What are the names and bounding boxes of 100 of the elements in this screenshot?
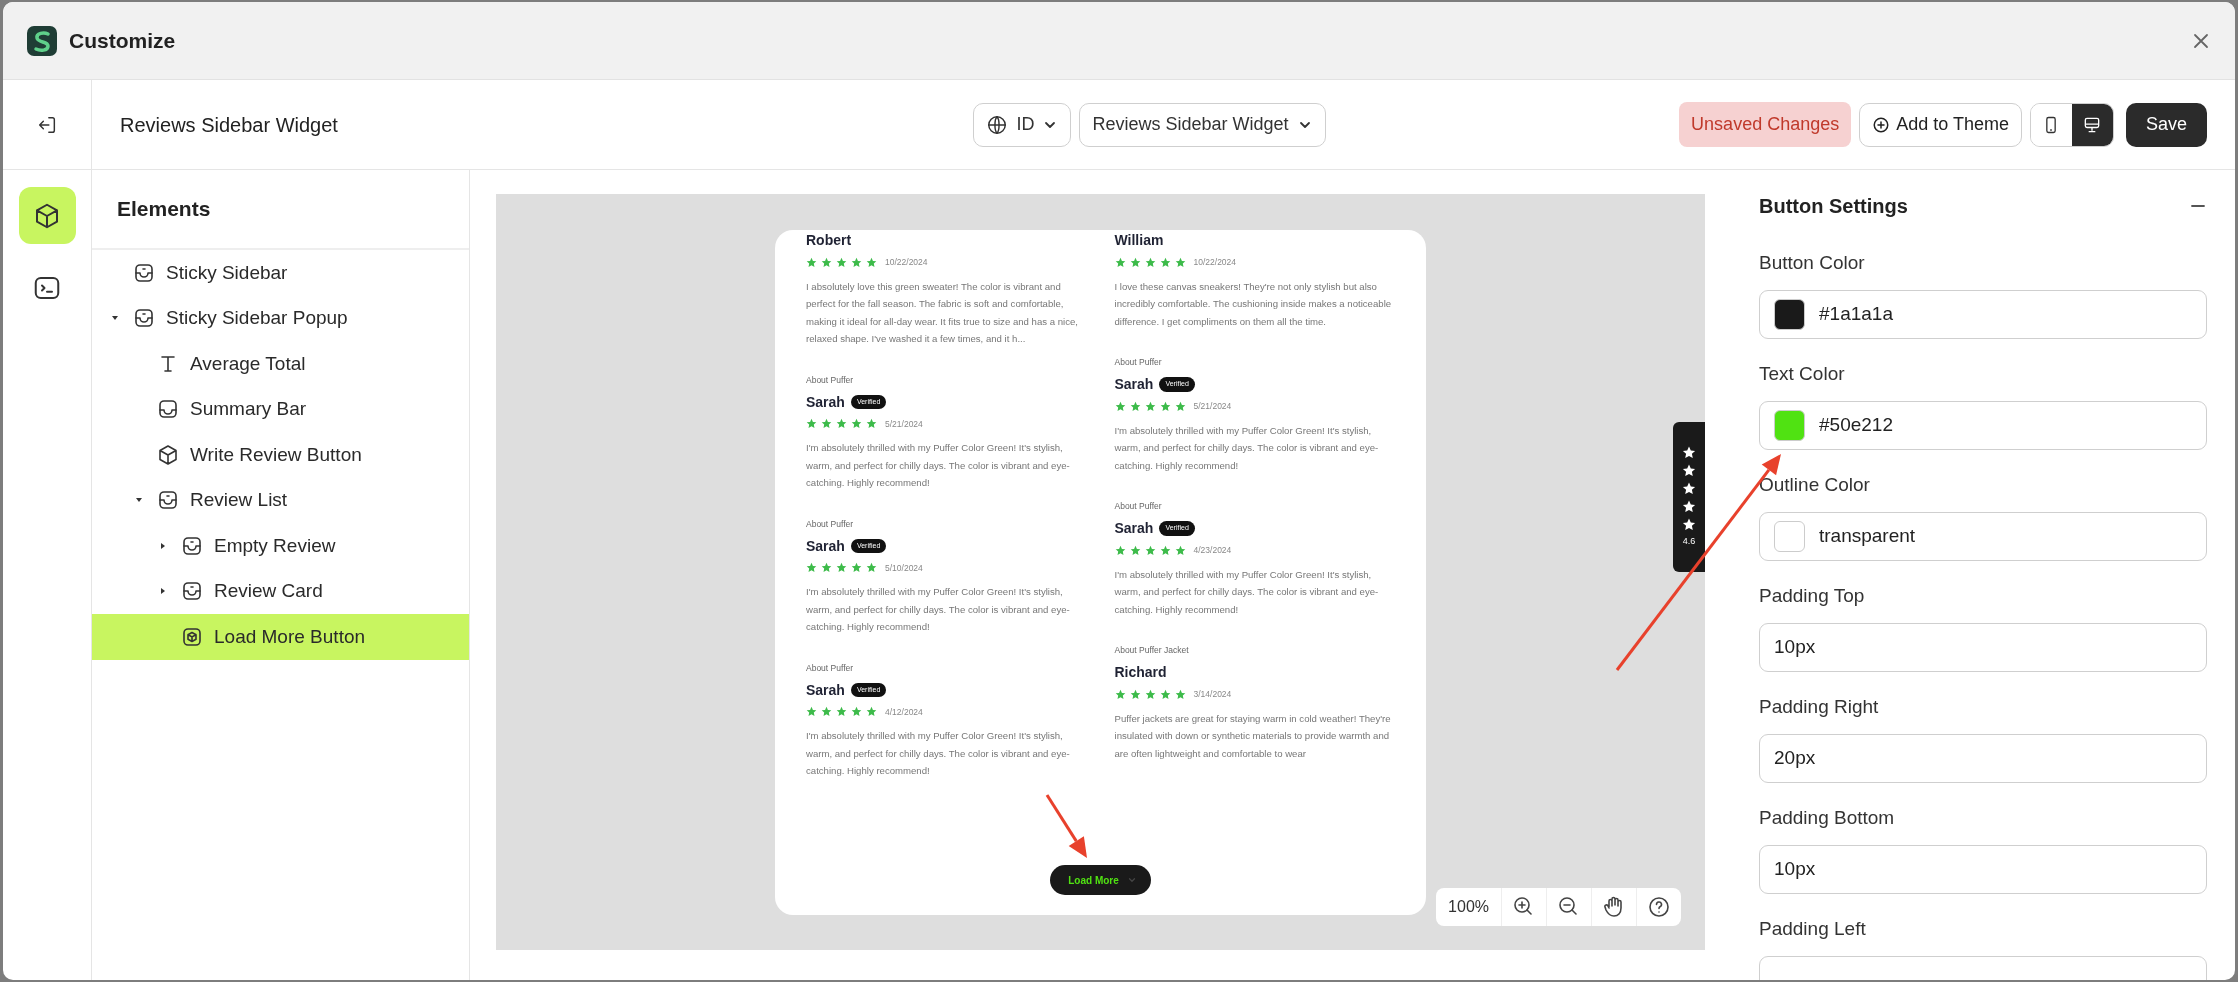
- star-icon: [806, 562, 817, 574]
- review-text: I'm absolutely thrilled with my Puffer Color Green! It's stylish, warm, and perfect for chilly days. The color is vibrant and eye-catching. Highly recommend!: [806, 441, 1071, 491]
- load-more-button[interactable]: Load More: [1050, 865, 1151, 895]
- review-date: 4/12/2024: [885, 705, 923, 719]
- field-label: Padding Right: [1759, 695, 1880, 719]
- color-swatch[interactable]: [1774, 410, 1805, 441]
- star-icon: [1129, 256, 1141, 268]
- star-icon: [851, 256, 862, 268]
- reviewer-name: Sarah: [806, 392, 845, 412]
- about-label: About: [806, 374, 829, 385]
- color-swatch[interactable]: [1774, 521, 1805, 552]
- color-swatch[interactable]: [1774, 299, 1805, 330]
- star-icon: [1159, 256, 1171, 268]
- tree-item[interactable]: Review List: [92, 477, 469, 523]
- star-icon: [851, 418, 862, 430]
- review-date: 3/14/2024: [1193, 688, 1232, 701]
- status-badge: Unsaved Changes: [1679, 102, 1852, 147]
- tree-item[interactable]: Write Review Button: [92, 432, 469, 478]
- review-text: I'm absolutely thrilled with my Puffer Color Green! It's stylish, warm, and perfect for chilly days. The color is vibrant and eye-catching. Highly recommend!: [1114, 567, 1380, 617]
- input-field[interactable]: 10px: [1759, 623, 2207, 672]
- product-link[interactable]: Puffer: [1139, 501, 1162, 512]
- review-date: 5/21/2024: [885, 417, 923, 431]
- field-label: Button Color: [1759, 251, 1866, 275]
- color-field[interactable]: #1a1a1a: [1759, 290, 2207, 339]
- reviewer-name: Sarah: [806, 680, 845, 700]
- star-icon: [1174, 688, 1186, 700]
- star-icon: [1129, 544, 1141, 556]
- tree-item[interactable]: Average Total: [92, 341, 469, 387]
- reviewer-name: Sarah: [806, 536, 845, 556]
- review-date: 4/23/2024: [1193, 544, 1232, 557]
- product-link[interactable]: Puffer: [1139, 357, 1162, 368]
- star-icon: [851, 562, 862, 574]
- elements-tab[interactable]: [18, 187, 76, 244]
- reviewer-name: William: [1114, 231, 1164, 250]
- desktop-view-button[interactable]: [2071, 103, 2113, 146]
- color-field[interactable]: #50e212: [1759, 401, 2207, 450]
- about-label: About: [1114, 501, 1137, 512]
- input-field[interactable]: 20px: [1759, 734, 2207, 783]
- rating-value: 4.6: [1682, 534, 1696, 548]
- tree-item[interactable]: Sticky Sidebar Popup: [92, 295, 469, 341]
- logo-icon: [27, 25, 57, 56]
- star-icon: [806, 418, 817, 430]
- zoom-level: 100%: [1447, 897, 1490, 917]
- panel-title: Elements: [92, 170, 469, 250]
- about-label: About: [806, 662, 829, 673]
- rating-tab[interactable]: 4.6: [1673, 422, 1705, 572]
- star-icon: [836, 256, 847, 268]
- reviewer-name: Richard: [1114, 663, 1167, 682]
- star-icon: [1159, 400, 1171, 412]
- star-icon: [1129, 400, 1141, 412]
- star-icon: [1114, 688, 1126, 700]
- about-label: About: [806, 518, 829, 529]
- add-to-theme-button[interactable]: Add to Theme: [1859, 102, 2022, 147]
- product-link[interactable]: Puffer: [830, 518, 854, 529]
- reviewer-name: Sarah: [1114, 375, 1154, 394]
- annotation-arrow: [1045, 794, 1087, 858]
- product-link[interactable]: Puffer: [830, 662, 854, 673]
- field-label: Padding Top: [1759, 584, 1866, 608]
- star-icon: [836, 706, 847, 718]
- star-icon: [1144, 688, 1156, 700]
- product-link[interactable]: Puffer Jacket: [1139, 645, 1189, 656]
- field-label: Padding Bottom: [1759, 806, 1896, 830]
- input-field[interactable]: 10px: [1759, 845, 2207, 894]
- tree-item[interactable]: Sticky Sidebar: [92, 250, 469, 296]
- help-icon[interactable]: [1647, 895, 1671, 919]
- star-icon: [821, 256, 832, 268]
- tree-item[interactable]: Summary Bar: [92, 386, 469, 432]
- star-icon: [1129, 688, 1141, 700]
- save-button[interactable]: Save: [2125, 102, 2207, 147]
- tree-item[interactable]: Review Card: [92, 568, 469, 614]
- star-icon: [866, 706, 877, 718]
- star-icon: [1114, 256, 1126, 268]
- review-date: 5/21/2024: [1193, 400, 1232, 413]
- template-dropdown[interactable]: Reviews Sidebar Widget: [1079, 102, 1326, 147]
- product-link[interactable]: Puffer: [830, 374, 854, 385]
- review-text: I absolutely love this green sweater! The color is vibrant and perfect for the fall season. The fabric is soft and comfortable, making it ideal for all-day wear. It fits true to size and has a nice, relaxed shape. I've washed it a few times, and it h...: [806, 279, 1079, 347]
- star-icon: [866, 418, 877, 430]
- star-icon: [1144, 256, 1156, 268]
- tree-item[interactable]: Load More Button: [92, 614, 469, 660]
- star-icon: [1144, 400, 1156, 412]
- tree-item[interactable]: Empty Review: [92, 523, 469, 569]
- reviewer-name: Sarah: [1114, 519, 1154, 538]
- review-date: 10/22/2024: [1193, 256, 1237, 269]
- star-icon: [851, 706, 862, 718]
- star-icon: [1144, 544, 1156, 556]
- plus-circle-icon: [1872, 115, 1891, 134]
- page-title: Reviews Sidebar Widget: [120, 112, 338, 138]
- language-dropdown[interactable]: ID: [973, 102, 1072, 147]
- color-field[interactable]: transparent: [1759, 512, 2207, 561]
- star-icon: [1174, 544, 1186, 556]
- star-icon: [836, 562, 847, 574]
- reviewer-name: Robert: [806, 231, 852, 250]
- review-text: Puffer jackets are great for staying warm in cold weather! They're insulated with down or synthetic materials to provide warmth and are often lightweight and comfortable to wear: [1114, 711, 1392, 761]
- window-title: Customize: [69, 27, 176, 54]
- star-icon: [866, 562, 877, 574]
- field-label: Padding Left: [1759, 917, 1867, 941]
- star-icon: [866, 256, 877, 268]
- review-date: 5/10/2024: [885, 561, 923, 575]
- star-icon: [806, 706, 817, 718]
- star-icon: [821, 562, 832, 574]
